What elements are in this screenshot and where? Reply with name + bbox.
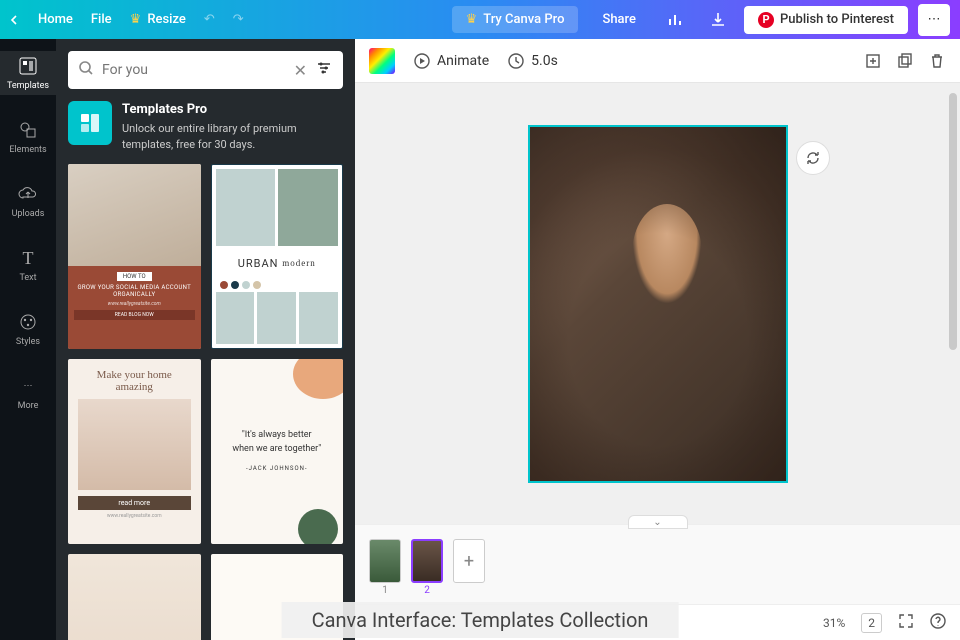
uploads-icon	[17, 183, 39, 205]
template-card[interactable]: Make your home amazing read more www.rea…	[68, 359, 201, 544]
more-menu-button[interactable]: ⋯	[918, 4, 950, 36]
crown-icon: ♛	[466, 12, 478, 27]
bottom-caption: Canva Interface: Templates Collection	[282, 602, 679, 638]
rail-text[interactable]: TText	[0, 243, 56, 287]
more-icon: ⋯	[17, 375, 39, 397]
zoom-level[interactable]: 31%	[823, 616, 845, 630]
undo-button[interactable]: ↶	[204, 12, 215, 27]
strip-collapse-button[interactable]: ⌄	[628, 515, 688, 529]
home-button[interactable]: Home	[38, 12, 73, 27]
templates-icon	[17, 55, 39, 77]
workspace[interactable]	[355, 83, 960, 524]
rail-uploads[interactable]: Uploads	[0, 179, 56, 223]
page-number: 1	[382, 585, 388, 596]
color-picker[interactable]	[369, 48, 395, 74]
template-search[interactable]: ✕	[68, 51, 343, 89]
template-card[interactable]: URBAN modern	[211, 164, 344, 349]
templates-pro-promo[interactable]: Templates Pro Unlock our entire library o…	[68, 101, 343, 152]
try-pro-button[interactable]: ♛Try Canva Pro	[452, 6, 579, 33]
insights-button[interactable]	[660, 4, 692, 36]
download-button[interactable]	[702, 4, 734, 36]
rail-elements[interactable]: Elements	[0, 115, 56, 159]
clear-icon[interactable]: ✕	[294, 61, 307, 80]
styles-icon	[17, 311, 39, 333]
help-button[interactable]	[930, 613, 946, 632]
file-menu[interactable]: File	[91, 12, 112, 27]
animate-icon	[413, 52, 431, 70]
pinterest-icon: P	[758, 12, 774, 28]
fullscreen-button[interactable]	[898, 613, 914, 632]
regenerate-button[interactable]	[796, 141, 830, 175]
page-image	[530, 127, 786, 481]
template-card[interactable]: HOW TO GROW YOUR SOCIAL MEDIA ACCOUNT OR…	[68, 164, 201, 349]
promo-title: Templates Pro	[122, 101, 343, 119]
canvas-page[interactable]	[528, 125, 788, 483]
search-icon	[78, 60, 94, 80]
page-thumb-2[interactable]	[411, 539, 443, 583]
page-count-button[interactable]: 2	[861, 613, 882, 633]
add-page-button[interactable]: +	[453, 539, 485, 583]
delete-button[interactable]	[928, 52, 946, 70]
template-card[interactable]	[68, 554, 201, 640]
topbar-right: ♛Try Canva Pro Share PPublish to Pintere…	[452, 4, 950, 36]
main-area: Templates Elements Uploads TText Styles …	[0, 39, 960, 640]
topbar-left: Home File ♛Resize ↶ ↷	[10, 12, 244, 27]
promo-body: Unlock our entire library of premium tem…	[122, 122, 297, 150]
top-bar: Home File ♛Resize ↶ ↷ ♛Try Canva Pro Sha…	[0, 0, 960, 39]
clock-icon	[507, 52, 525, 70]
pro-icon	[68, 101, 112, 145]
page-strip: ⌄ 1 2 +	[355, 524, 960, 604]
search-input[interactable]	[102, 62, 286, 78]
share-button[interactable]: Share	[588, 6, 650, 33]
rail-more[interactable]: ⋯More	[0, 371, 56, 415]
redo-button[interactable]: ↷	[233, 12, 244, 27]
rail-templates[interactable]: Templates	[0, 51, 56, 95]
back-button[interactable]	[10, 15, 20, 25]
text-icon: T	[17, 247, 39, 269]
side-rail: Templates Elements Uploads TText Styles …	[0, 39, 56, 640]
page-number: 2	[424, 585, 430, 596]
duplicate-button[interactable]	[896, 52, 914, 70]
templates-panel: ✕ Templates Pro Unlock our entire library…	[56, 39, 355, 640]
animate-button[interactable]: Animate	[413, 52, 489, 70]
canvas-area: Animate 5.0s ⌄ 1	[355, 39, 960, 640]
rail-styles[interactable]: Styles	[0, 307, 56, 351]
canvas-toolbar: Animate 5.0s	[355, 39, 960, 83]
page-thumb-1[interactable]	[369, 539, 401, 583]
elements-icon	[17, 119, 39, 141]
workspace-scrollbar[interactable]	[948, 89, 958, 518]
export-page-button[interactable]	[864, 52, 882, 70]
publish-button[interactable]: PPublish to Pinterest	[744, 6, 908, 34]
templates-grid: HOW TO GROW YOUR SOCIAL MEDIA ACCOUNT OR…	[56, 164, 355, 640]
crown-icon: ♛	[130, 12, 142, 27]
resize-button[interactable]: ♛Resize	[130, 12, 186, 27]
duration-button[interactable]: 5.0s	[507, 52, 558, 70]
filter-icon[interactable]	[315, 59, 333, 81]
template-card[interactable]: "It's always better when we are together…	[211, 359, 344, 544]
